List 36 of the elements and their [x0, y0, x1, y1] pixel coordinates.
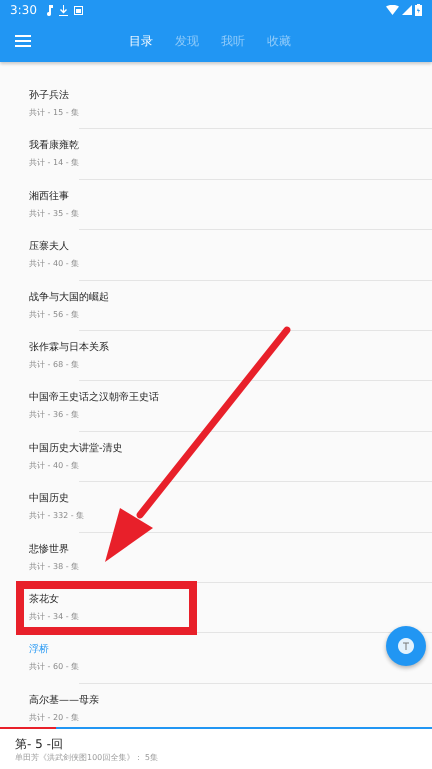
status-time: 3:30	[10, 3, 37, 17]
episode-count: 共计 - 20 - 集	[29, 712, 80, 724]
item-title[interactable]: 中国帝王史话之汉朝帝王史话	[29, 391, 159, 406]
episode-count: 共计 - 14 - 集	[29, 157, 80, 170]
episode-count: 共计 - 15 - 集	[29, 107, 80, 119]
episode-count: 共计 - 332 - 集	[29, 510, 84, 522]
episode-count: 共计 - 60 - 集	[29, 661, 80, 674]
download-icon	[58, 4, 68, 16]
item-title[interactable]: 张作霖与日本关系	[29, 340, 109, 355]
episode-count: 共计 - 35 - 集	[29, 208, 80, 220]
menu-icon[interactable]	[15, 35, 31, 47]
image-icon	[74, 6, 83, 14]
episode-title: 第- 5 -回	[15, 736, 64, 752]
wifi-icon	[386, 5, 399, 15]
episode-count: 共计 - 56 - 集	[29, 308, 80, 321]
item-title[interactable]: 高尔基——母亲	[29, 694, 99, 708]
music-note-icon	[44, 4, 53, 16]
item-title[interactable]: 悲惨世界	[29, 542, 69, 557]
item-title[interactable]: 茶花女	[29, 592, 59, 607]
item-title[interactable]: 中国历史大讲堂-清史	[29, 442, 123, 456]
item-title[interactable]: 战争与大国的崛起	[29, 290, 109, 305]
item-title[interactable]: 我看康雍乾	[29, 139, 79, 154]
item-title[interactable]: 孙子兵法	[29, 89, 69, 103]
episode-count: 共计 - 34 - 集	[29, 610, 80, 623]
item-title[interactable]: 中国历史	[29, 492, 69, 506]
album-subtitle: 单田芳《洪武剑侠图100回全集》： 5集	[15, 752, 159, 764]
signal-icon	[402, 5, 412, 15]
battery-icon	[415, 4, 422, 16]
episode-count: 共计 - 36 - 集	[29, 409, 80, 422]
item-title[interactable]: 压寨夫人	[29, 240, 69, 254]
episode-count: 共计 - 40 - 集	[29, 258, 80, 270]
item-title[interactable]: 湘西往事	[29, 190, 69, 204]
episode-count: 共计 - 38 - 集	[29, 560, 80, 573]
episode-count: 共计 - 40 - 集	[29, 460, 80, 472]
episode-count: 共计 - 68 - 集	[29, 358, 80, 371]
scroll-top-button[interactable]	[386, 626, 426, 666]
